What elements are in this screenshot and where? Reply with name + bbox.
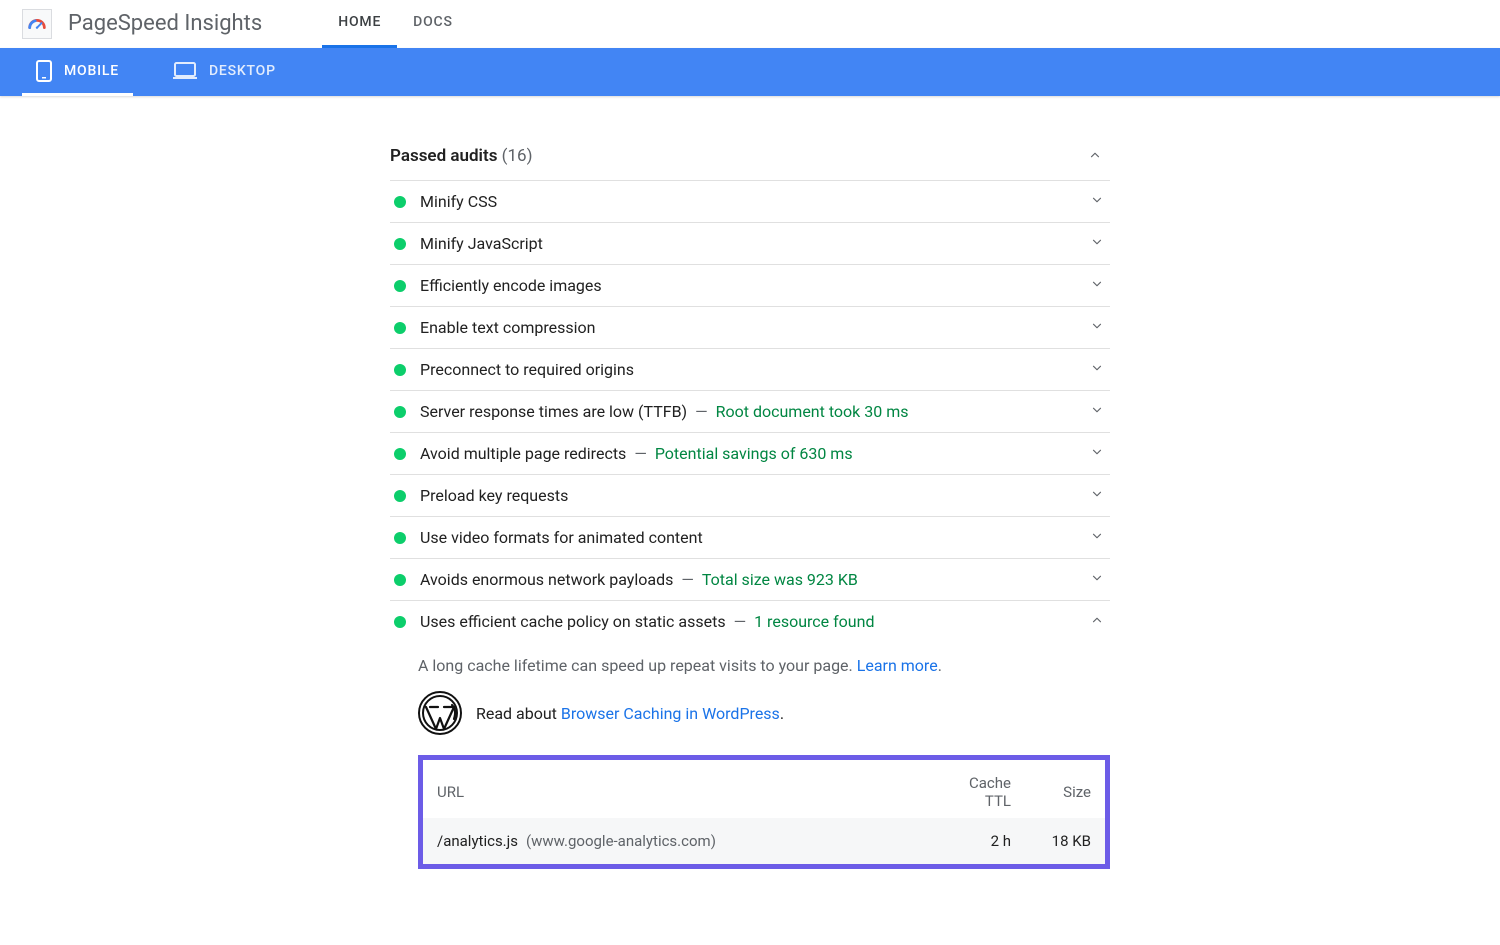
chevron-down-icon[interactable] (1084, 318, 1110, 337)
chevron-down-icon[interactable] (1084, 276, 1110, 295)
table-cell-size: 18 KB (1025, 818, 1105, 864)
device-tab-mobile-label: MOBILE (64, 63, 119, 79)
device-tab-bar: MOBILE DESKTOP (0, 48, 1500, 96)
audit-label: Enable text compression (420, 318, 595, 337)
audit-description: A long cache lifetime can speed up repea… (418, 650, 1110, 687)
audit-meta: Total size was 923 KB (702, 570, 858, 589)
audit-meta: Potential savings of 630 ms (655, 444, 853, 463)
pass-dot-icon (394, 406, 406, 418)
pass-dot-icon (394, 196, 406, 208)
wordpress-doc-link[interactable]: Browser Caching in WordPress (561, 704, 780, 723)
pass-dot-icon (394, 322, 406, 334)
pass-dot-icon (394, 448, 406, 460)
chevron-down-icon[interactable] (1084, 570, 1110, 589)
separator: — (673, 570, 702, 589)
pass-dot-icon (394, 364, 406, 376)
mobile-icon (36, 60, 52, 82)
audit-row[interactable]: Avoids enormous network payloads — Total… (390, 559, 1110, 601)
top-bar: PageSpeed Insights HOME DOCS (0, 0, 1500, 48)
audit-row[interactable]: Avoid multiple page redirects — Potentia… (390, 433, 1110, 475)
audit-row[interactable]: Preload key requests (390, 475, 1110, 517)
nav-tab-docs[interactable]: DOCS (397, 0, 469, 48)
chevron-down-icon[interactable] (1084, 486, 1110, 505)
device-tab-desktop[interactable]: DESKTOP (159, 48, 290, 96)
audit-expanded-body: A long cache lifetime can speed up repea… (390, 642, 1110, 869)
device-tab-mobile[interactable]: MOBILE (22, 48, 133, 96)
wordpress-hint: Read about Browser Caching in WordPress. (418, 687, 1110, 749)
audit-row[interactable]: Efficiently encode images (390, 265, 1110, 307)
chevron-down-icon[interactable] (1084, 444, 1110, 463)
audit-row[interactable]: Uses efficient cache policy on static as… (390, 601, 1110, 642)
table-header-url: URL (423, 760, 935, 818)
learn-more-link[interactable]: Learn more (857, 656, 938, 675)
audit-row[interactable]: Use video formats for animated content (390, 517, 1110, 559)
audit-meta: 1 resource found (754, 612, 874, 631)
audit-row[interactable]: Server response times are low (TTFB) — R… (390, 391, 1110, 433)
chevron-down-icon[interactable] (1084, 234, 1110, 253)
audit-label: Efficiently encode images (420, 276, 602, 295)
separator: — (726, 612, 755, 631)
audit-label: Avoids enormous network payloads (420, 570, 673, 589)
passed-audits-count: (16) (502, 146, 533, 166)
pass-dot-icon (394, 532, 406, 544)
chevron-down-icon[interactable] (1084, 192, 1110, 211)
desktop-icon (173, 62, 197, 80)
passed-audits-title: Passed audits (16) (390, 146, 533, 166)
audit-list: Minify CSS Minify JavaScript Efficiently e… (390, 180, 1110, 869)
main-column: Passed audits (16) Minify CSS Minify Java… (390, 136, 1110, 909)
chevron-down-icon[interactable] (1084, 360, 1110, 379)
app-title: PageSpeed Insights (68, 11, 262, 36)
audit-row[interactable]: Minify CSS (390, 181, 1110, 223)
wordpress-hint-text: Read about Browser Caching in WordPress. (476, 704, 784, 723)
separator: — (626, 444, 655, 463)
pass-dot-icon (394, 616, 406, 628)
chevron-down-icon[interactable] (1084, 528, 1110, 547)
pass-dot-icon (394, 574, 406, 586)
chevron-down-icon[interactable] (1084, 402, 1110, 421)
nav-tabs: HOME DOCS (322, 0, 469, 48)
gauge-icon (26, 13, 48, 35)
table-cell-url: /analytics.js(www.google-analytics.com) (423, 818, 935, 864)
passed-audits-header[interactable]: Passed audits (16) (390, 136, 1110, 180)
audit-row[interactable]: Preconnect to required origins (390, 349, 1110, 391)
table-header-cache-ttl: CacheTTL (935, 760, 1025, 818)
device-tab-desktop-label: DESKTOP (209, 63, 276, 79)
pass-dot-icon (394, 238, 406, 250)
audit-label: Minify CSS (420, 192, 497, 211)
table-header-size: Size (1025, 760, 1105, 818)
audit-label: Preconnect to required origins (420, 360, 634, 379)
audit-meta: Root document took 30 ms (716, 402, 909, 421)
chevron-up-icon[interactable] (1084, 612, 1110, 631)
psi-logo (22, 9, 52, 39)
audit-label: Use video formats for animated content (420, 528, 703, 547)
audit-label: Uses efficient cache policy on static as… (420, 612, 726, 631)
pass-dot-icon (394, 490, 406, 502)
table-cell-ttl: 2 h (935, 818, 1025, 864)
wordpress-icon (418, 691, 462, 735)
cache-resources-table: URLCacheTTLSize/analytics.js(www.google-… (418, 755, 1110, 869)
passed-audits-title-text: Passed audits (390, 146, 497, 166)
audit-row[interactable]: Minify JavaScript (390, 223, 1110, 265)
audit-label: Preload key requests (420, 486, 568, 505)
nav-tab-home[interactable]: HOME (322, 0, 397, 48)
audit-label: Avoid multiple page redirects (420, 444, 626, 463)
audit-row[interactable]: Enable text compression (390, 307, 1110, 349)
separator: — (687, 402, 716, 421)
audit-label: Minify JavaScript (420, 234, 543, 253)
chevron-up-icon[interactable] (1080, 147, 1110, 166)
audit-label: Server response times are low (TTFB) (420, 402, 687, 421)
table-row: /analytics.js(www.google-analytics.com)2… (423, 818, 1105, 864)
pass-dot-icon (394, 280, 406, 292)
